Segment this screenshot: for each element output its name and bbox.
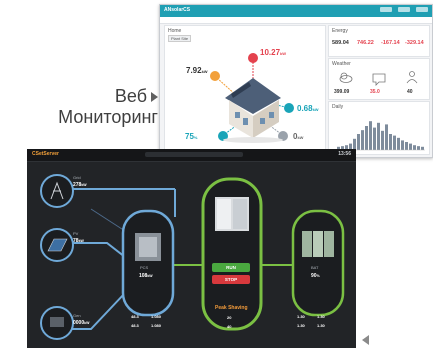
operation-mode-label: Peak Shaving [215,305,248,311]
chart-bar [417,146,420,150]
web-energy-flow-panel: Home Plant Site 7.92kW 10.27kW 0.68kW 75… [164,25,326,155]
summary-value: 589.04 [332,40,349,46]
energy-summary-title: Energy [332,28,348,34]
stat-value: 1.30 [297,314,305,319]
weather-value: 399.09 [334,89,350,95]
run-button[interactable]: RUN [212,263,250,272]
chart-bar [357,134,360,150]
dark-monitoring-screenshot: CSetServer 13:56 Grid 278kW PV 78kW Gen … [27,149,356,348]
web-subheader [160,17,432,24]
dark-brand-logo: CSetServer [32,151,59,157]
stat-value: 1.30 [317,314,325,319]
grid-node-icon [284,103,294,113]
chart-bar [369,121,372,150]
grid-power-value: 0.68kW [297,104,319,113]
stat-value: 1.080 [151,314,162,319]
sun-icon [372,73,386,86]
stat-value: 48.3 [131,314,139,319]
arrow-left-icon [362,335,369,345]
chart-bar [373,127,376,150]
web-nav-item[interactable] [416,7,428,12]
summary-value: -167.14 [381,40,400,46]
generator-label: Gen [73,313,81,318]
stat-value: 1.30 [297,323,305,328]
web-nav-item[interactable] [398,7,410,12]
web-nav-item[interactable] [380,7,392,12]
chart-bar [377,122,380,150]
summary-value: 746.22 [357,40,374,46]
generator-node [40,306,74,340]
pv-node-icon [210,71,220,81]
pv-node [40,228,74,262]
pcs-node [121,209,175,317]
stop-button[interactable]: STOP [212,275,250,284]
chart-bar [409,143,412,150]
chart-bar [381,130,384,150]
battery-node [291,209,345,317]
chart-bar [361,130,364,150]
stat-value: 1.30 [317,323,325,328]
web-nav-menu [380,7,428,12]
dark-status-bar [145,152,243,157]
stat-value: 40 [227,324,232,329]
web-header: ANsolarCS [160,5,432,17]
pv-value: 78kW [73,238,84,244]
pv-label: PV [73,231,79,236]
caption-line2: Мониторинг [58,107,158,127]
web-monitoring-caption: Веб Мониторинг [12,86,158,128]
weather-value: 35.0 [370,89,380,95]
stat-value: 1.080 [151,323,162,328]
weather-value: 40 [407,89,413,95]
grid-value: 278kW [73,182,87,188]
cloud-icon [339,72,353,83]
battery-soc-value: 75% [185,132,198,141]
weather-panel: Weather 399.09 35.0 40 [328,58,430,100]
chart-bar [401,140,404,150]
stat-value: 20 [227,315,232,320]
pcs-label: PCS [140,265,149,270]
dark-clock: 13:56 [338,151,351,157]
energy-summary-panel: Energy 589.04 746.22 -167.14 -329.14 [328,25,430,57]
pv-power-value: 7.92kW [186,66,208,75]
arrow-right-icon [151,92,158,103]
web-monitoring-screenshot: ANsolarCS Home Plant Site 7.92kW 10.27kW… [159,4,433,158]
chart-bar [421,146,424,150]
load-power-value: 10.27kW [260,48,287,57]
generator-value: 0000kW [73,320,90,326]
chart-bar [397,137,400,150]
chart-bar [389,134,392,150]
daily-bar-chart [335,121,425,151]
grid-label: Grid [73,175,81,180]
battery-power-value: 0kW [293,132,304,141]
chart-bar [385,124,388,150]
chart-bar [393,135,396,150]
chart-bar [365,126,368,150]
chart-bar [413,145,416,150]
caption-line1: Веб [114,86,147,106]
battery-label: BAT [311,265,319,270]
grid-node [40,174,74,208]
battery-value: 90% [311,273,320,279]
summary-value: -329.14 [405,40,424,46]
pcs-value: 108kW [139,273,153,279]
web-brand-logo: ANsolarCS [164,7,191,13]
chart-bar [405,142,408,150]
daily-chart-panel: Daily [328,101,430,155]
person-icon [406,71,418,84]
load-node-icon [248,53,258,63]
stat-value: 48.3 [131,323,139,328]
